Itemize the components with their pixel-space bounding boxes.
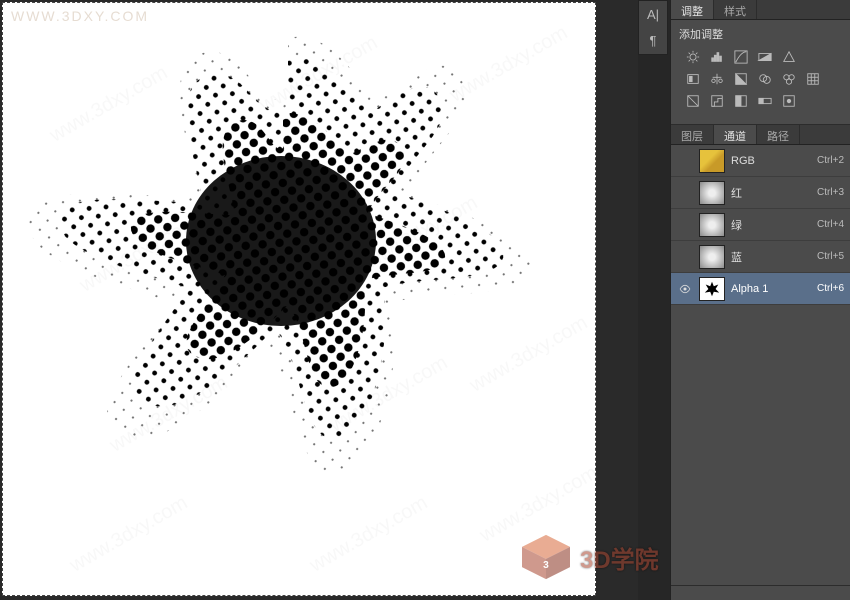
right-panel-column: 调整 样式 添加调整 [670, 0, 850, 600]
channel-row-alpha[interactable]: Alpha 1 Ctrl+6 [671, 273, 850, 305]
photofilter-icon[interactable] [757, 72, 773, 86]
svg-text:3: 3 [543, 560, 549, 571]
channel-shortcut: Ctrl+3 [817, 187, 844, 198]
adjustments-row-1 [679, 48, 842, 70]
channels-tabbar: 图层 通道 路径 [671, 125, 850, 145]
paragraph-tool-icon[interactable]: A| [639, 1, 667, 27]
adjustments-row-3 [679, 92, 842, 114]
pilcrow-tool-icon[interactable]: ¶ [639, 27, 667, 53]
workspace: WWW.3DXY.COM www.3dxy.com www.3dxy.com w… [0, 0, 638, 600]
channel-row-green[interactable]: 绿 Ctrl+4 [671, 209, 850, 241]
tab-paths[interactable]: 路径 [757, 125, 800, 144]
gradmap-icon[interactable] [757, 94, 773, 108]
canvas[interactable]: WWW.3DXY.COM www.3dxy.com www.3dxy.com w… [2, 2, 596, 596]
threshold-icon[interactable] [733, 94, 749, 108]
adjustments-tabbar: 调整 样式 [671, 0, 850, 20]
channels-list: RGB Ctrl+2 红 Ctrl+3 绿 Ctrl+4 蓝 Ctrl+5 [671, 145, 850, 585]
eye-icon [679, 284, 691, 294]
mixer-icon[interactable] [781, 72, 797, 86]
channel-shortcut: Ctrl+2 [817, 155, 844, 166]
channel-shortcut: Ctrl+6 [817, 283, 844, 294]
channel-shortcut: Ctrl+4 [817, 219, 844, 230]
channel-name: 绿 [731, 217, 817, 233]
channel-name: RGB [731, 155, 817, 167]
channels-panel: 图层 通道 路径 RGB Ctrl+2 红 Ctrl+3 绿 Ctrl+4 [671, 125, 850, 586]
channel-shortcut: Ctrl+5 [817, 251, 844, 262]
adjustments-row-2 [679, 70, 842, 92]
channel-name: Alpha 1 [731, 283, 817, 295]
posterize-icon[interactable] [709, 94, 725, 108]
balance-icon[interactable] [709, 72, 725, 86]
mini-toolbar: A| ¶ [638, 0, 668, 55]
brand-logo: 3 3D学院 [518, 522, 668, 592]
adjustments-panel: 调整 样式 添加调整 [671, 0, 850, 125]
tab-channels[interactable]: 通道 [714, 125, 757, 144]
invert-icon[interactable] [685, 94, 701, 108]
brand-text: 3D学院 [580, 540, 659, 575]
channel-thumb-icon [699, 213, 725, 237]
channel-row-rgb[interactable]: RGB Ctrl+2 [671, 145, 850, 177]
lookup-icon[interactable] [805, 72, 821, 86]
cube-icon: 3 [518, 533, 574, 581]
selective-icon[interactable] [781, 94, 797, 108]
hue-icon[interactable] [685, 72, 701, 86]
tab-layers[interactable]: 图层 [671, 125, 714, 144]
channel-thumb-icon [699, 245, 725, 269]
tab-styles[interactable]: 样式 [714, 0, 757, 19]
tab-adjustments[interactable]: 调整 [671, 0, 714, 19]
adjustments-title: 添加调整 [679, 26, 842, 42]
bw-icon[interactable] [733, 72, 749, 86]
channel-name: 红 [731, 185, 817, 201]
visibility-toggle[interactable] [677, 284, 693, 294]
channel-thumb-icon [699, 277, 725, 301]
channel-row-blue[interactable]: 蓝 Ctrl+5 [671, 241, 850, 273]
vibrance-icon[interactable] [781, 50, 797, 64]
levels-icon[interactable] [709, 50, 725, 64]
channel-thumb-icon [699, 149, 725, 173]
channel-row-red[interactable]: 红 Ctrl+3 [671, 177, 850, 209]
curves-icon[interactable] [733, 50, 749, 64]
channel-thumb-icon [699, 181, 725, 205]
exposure-icon[interactable] [757, 50, 773, 64]
channel-name: 蓝 [731, 249, 817, 265]
halftone-artwork [3, 3, 595, 595]
brightness-icon[interactable] [685, 50, 701, 64]
